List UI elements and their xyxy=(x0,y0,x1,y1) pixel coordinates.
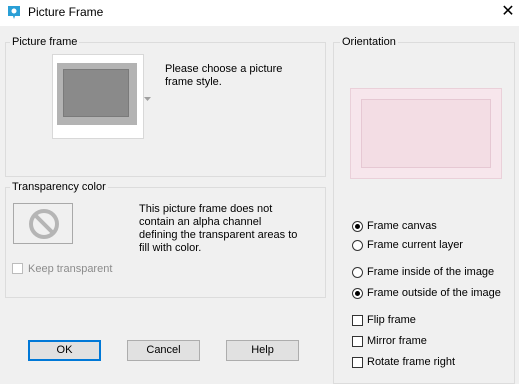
alpha-message-line-1: This picture frame does not xyxy=(139,203,273,215)
frame-outside-radio[interactable] xyxy=(352,288,363,299)
frame-inside-label[interactable]: Frame inside of the image xyxy=(367,266,494,278)
cancel-button[interactable]: Cancel xyxy=(127,340,200,361)
alpha-message-line-2: contain an alpha channel xyxy=(139,216,262,228)
frame-canvas-radio[interactable] xyxy=(352,221,363,232)
mirror-frame-label[interactable]: Mirror frame xyxy=(367,335,427,347)
frame-style-swatch[interactable] xyxy=(52,54,144,139)
alpha-message-line-3: defining the transparent areas to xyxy=(139,229,298,241)
keep-transparent-checkbox[interactable] xyxy=(12,263,23,274)
mirror-frame-checkbox[interactable] xyxy=(352,336,363,347)
transparency-color-group-label: Transparency color xyxy=(10,181,108,193)
ok-button[interactable]: OK xyxy=(28,340,101,361)
frame-current-layer-radio[interactable] xyxy=(352,240,363,251)
frame-outside-label[interactable]: Frame outside of the image xyxy=(367,287,501,299)
flip-frame-checkbox[interactable] xyxy=(352,315,363,326)
transparency-color-swatch[interactable] xyxy=(13,203,73,244)
frame-current-layer-label[interactable]: Frame current layer xyxy=(367,239,463,251)
frame-instruction-line-2: frame style. xyxy=(165,76,222,88)
close-icon[interactable]: ✕ xyxy=(497,1,519,23)
alpha-message-line-4: fill with color. xyxy=(139,242,202,254)
dropdown-arrow-icon[interactable] xyxy=(144,92,151,101)
orientation-preview xyxy=(350,88,502,179)
keep-transparent-label: Keep transparent xyxy=(28,263,113,275)
rotate-frame-right-label[interactable]: Rotate frame right xyxy=(367,356,455,368)
help-button[interactable]: Help xyxy=(226,340,299,361)
orientation-group-label: Orientation xyxy=(340,36,398,48)
picture-frame-group-label: Picture frame xyxy=(10,36,80,48)
frame-inside-radio[interactable] xyxy=(352,267,363,278)
rotate-frame-right-checkbox[interactable] xyxy=(352,357,363,368)
frame-instruction-line-1: Please choose a picture xyxy=(165,63,283,75)
frame-canvas-label[interactable]: Frame canvas xyxy=(367,220,437,232)
prohibited-icon xyxy=(28,208,60,243)
flip-frame-label[interactable]: Flip frame xyxy=(367,314,416,326)
picture-frame-app-icon xyxy=(6,5,22,20)
window-title: Picture Frame xyxy=(28,5,104,19)
